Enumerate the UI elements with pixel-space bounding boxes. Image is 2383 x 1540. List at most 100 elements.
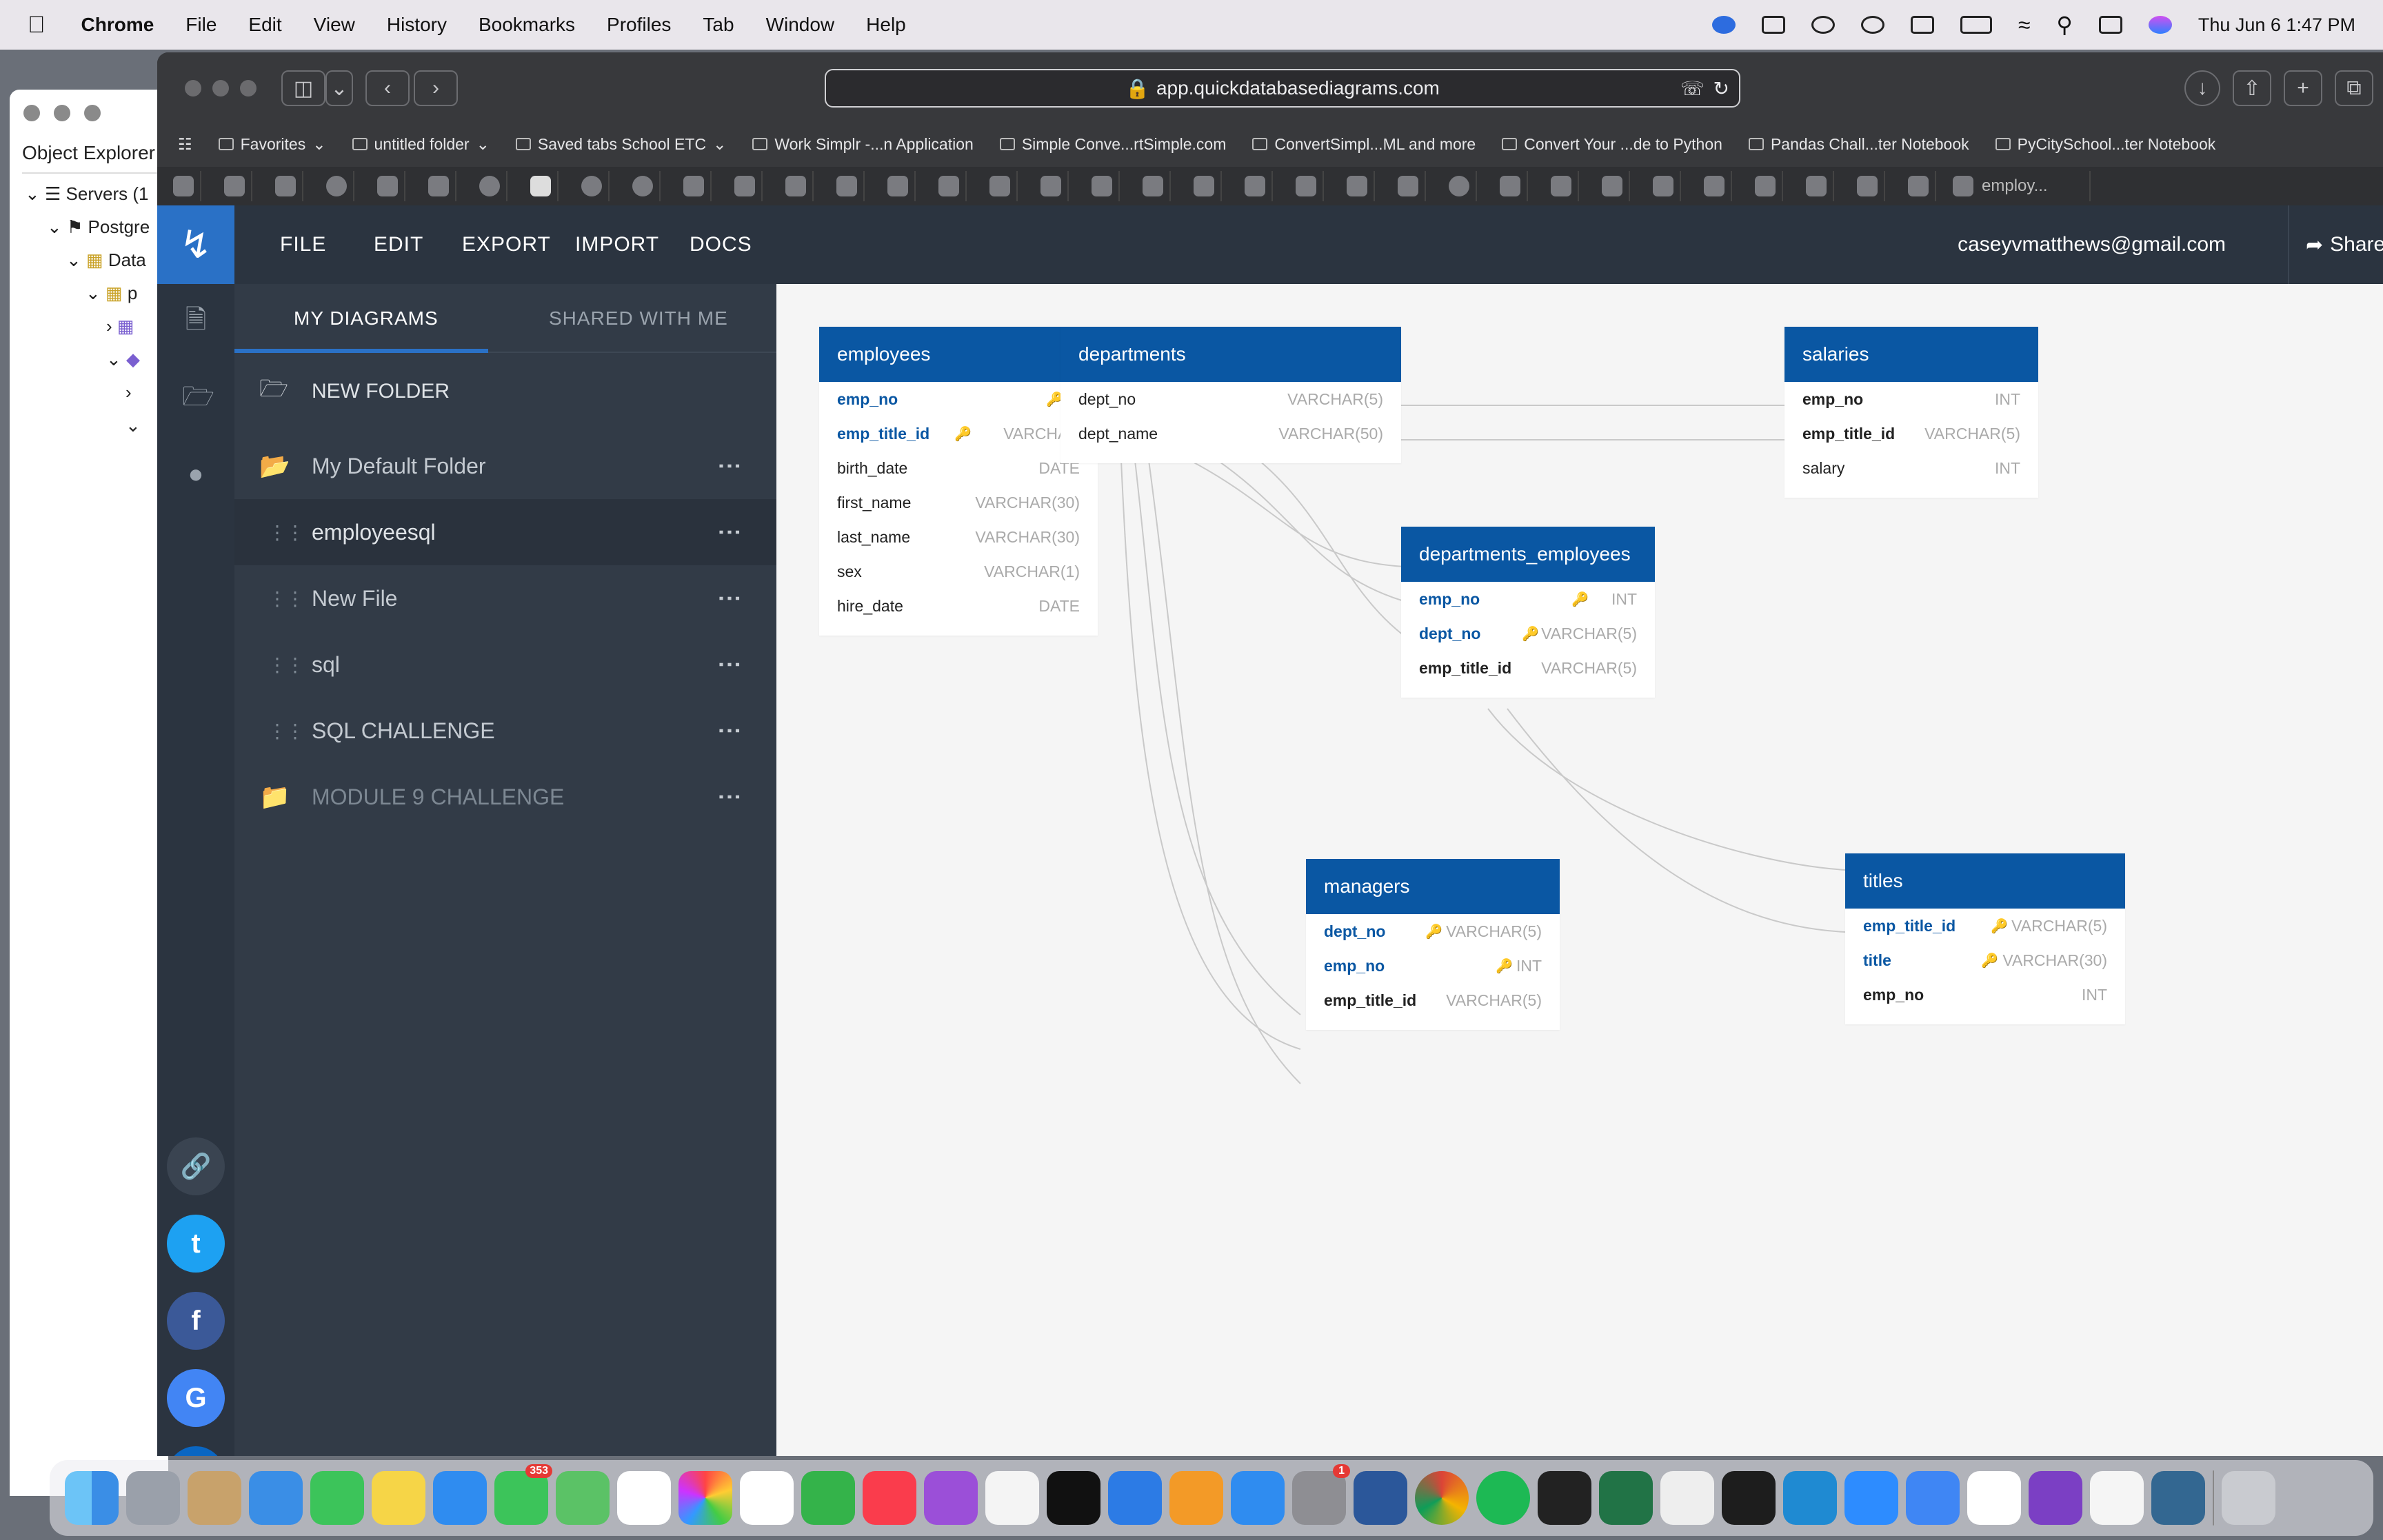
share-button[interactable]: ➦ Share [2288, 205, 2383, 284]
pinned-tab[interactable] [371, 171, 405, 201]
table-column[interactable]: emp_no INT [1845, 977, 2125, 1012]
tree-item-databases[interactable]: ⌄ ▦ Data [66, 250, 146, 271]
pinned-tab[interactable] [1340, 171, 1375, 201]
folder-item[interactable]: 📁 MODULE 9 CHALLENGE ⋮ [234, 764, 776, 830]
menu-tab[interactable]: Tab [703, 14, 734, 36]
pinned-tab[interactable] [1749, 171, 1783, 201]
logo-bolt-icon[interactable]: ↯ [157, 205, 234, 284]
tree-item-db[interactable]: ⌄ ▦ p [86, 283, 137, 304]
bookmark-pycityschool[interactable]: PyCitySchool...ter Notebook [1995, 135, 2215, 154]
chevron-down-icon[interactable]: ⌄ [325, 70, 353, 106]
pinned-tab[interactable] [473, 171, 507, 201]
table-header[interactable]: employees [819, 327, 1098, 382]
battery-icon[interactable] [1960, 16, 1992, 34]
table-departments-employees[interactable]: departments_employees emp_no 🔑 INT dept_no… [1401, 527, 1655, 698]
facebook-icon[interactable]: f [167, 1292, 225, 1350]
table-salaries[interactable]: salaries emp_no INT emp_title_id VARCHAR(5… [1784, 327, 2038, 498]
pinned-tab[interactable] [1698, 171, 1732, 201]
folders-icon[interactable]: 🗁 [182, 383, 214, 411]
table-column[interactable]: salary INT [1784, 451, 2038, 485]
tree-item-expander-1[interactable]: › ▦ [106, 316, 134, 337]
bookmark-simple-convert[interactable]: Simple Conve...rtSimple.com [999, 135, 1226, 154]
more-options-icon[interactable]: ⋮ [716, 454, 743, 478]
reload-icon[interactable]: ↻ [1713, 77, 1729, 100]
linkedin-icon[interactable]: in [167, 1446, 225, 1456]
facetime-icon[interactable] [310, 1471, 364, 1525]
vscode-icon[interactable] [1783, 1471, 1837, 1525]
tree-item-servers[interactable]: ⌄ ☰ Servers (1 [25, 183, 148, 205]
bookmark-favorites[interactable]: Favorites ⌄ [218, 135, 326, 154]
drag-handle-icon[interactable]: ⋮⋮ [268, 654, 305, 676]
appletv-icon[interactable] [1047, 1471, 1100, 1525]
pinned-tab[interactable] [1136, 171, 1171, 201]
terminal-icon[interactable] [1538, 1471, 1591, 1525]
diagram-item[interactable]: ⋮⋮ New File ⋮ [234, 565, 776, 631]
pinned-tab[interactable] [1391, 171, 1426, 201]
table-column[interactable]: birth_date DATE [819, 451, 1098, 485]
address-bar[interactable]: 🔒 app.quickdatabasediagrams.com ☏ ↻ [825, 69, 1740, 108]
photos-icon[interactable] [678, 1471, 732, 1525]
pinned-tab[interactable] [1442, 171, 1477, 201]
menu-file[interactable]: File [185, 14, 217, 36]
chrome-icon[interactable] [1415, 1471, 1469, 1525]
share-page-icon[interactable]: ⇧ [2233, 70, 2271, 106]
menu-window[interactable]: Window [766, 14, 835, 36]
table-titles[interactable]: titles emp_title_id 🔑 VARCHAR(5) title 🔑 VAR… [1845, 853, 2125, 1024]
download-icon[interactable]: ↓ [2184, 70, 2220, 106]
table-column[interactable]: emp_title_id 🔑 VARCHAR(5) [1845, 909, 2125, 943]
jupyter-icon[interactable] [2090, 1471, 2144, 1525]
tab-overview-icon[interactable]: ⧉ [2335, 70, 2373, 106]
table-column[interactable]: dept_no 🔑 VARCHAR(5) [1401, 616, 1655, 651]
word-icon[interactable] [1354, 1471, 1407, 1525]
display-icon[interactable] [1761, 16, 1785, 34]
menu-history[interactable]: History [387, 14, 447, 36]
more-options-icon[interactable]: ⋮ [716, 653, 743, 676]
table-column[interactable]: dept_name VARCHAR(50) [1060, 416, 1401, 451]
drag-handle-icon[interactable]: ⋮⋮ [268, 587, 305, 610]
spotify-icon[interactable] [1476, 1471, 1530, 1525]
pinned-tab[interactable] [1800, 171, 1834, 201]
slack-icon[interactable] [1967, 1471, 2021, 1525]
table-column[interactable]: last_name VARCHAR(30) [819, 520, 1098, 554]
bookmark-work-simplr[interactable]: Work Simplr -...n Application [752, 135, 974, 154]
pinned-tab[interactable] [575, 171, 610, 201]
table-column[interactable]: emp_no 🔑 INT [1306, 949, 1560, 983]
menu-view[interactable]: View [314, 14, 355, 36]
more-options-icon[interactable]: ⋮ [716, 719, 743, 742]
pinned-tab[interactable] [728, 171, 763, 201]
table-column[interactable]: emp_title_id VARCHAR(5) [1784, 416, 2038, 451]
pinned-tab[interactable] [983, 171, 1018, 201]
tab-shared-with-me[interactable]: SHARED WITH ME [549, 284, 728, 353]
numbers-icon[interactable] [801, 1471, 855, 1525]
pinned-tab[interactable] [1085, 171, 1120, 201]
apple-icon[interactable]:  [28, 12, 46, 39]
apps-grid-icon[interactable]: ☷ [178, 135, 192, 154]
pinned-tab[interactable] [830, 171, 865, 201]
menu-help[interactable]: Help [866, 14, 906, 36]
launchpad-icon[interactable] [126, 1471, 180, 1525]
table-header[interactable]: titles [1845, 853, 2125, 909]
activity-monitor-icon[interactable] [1722, 1471, 1776, 1525]
xcode-icon[interactable] [1906, 1471, 1960, 1525]
sidebar-toggle-icon[interactable]: ◫ [281, 70, 325, 106]
drag-handle-icon[interactable]: ⋮⋮ [268, 521, 305, 544]
bookmark-pandas-challenge[interactable]: Pandas Chall...ter Notebook [1748, 135, 1969, 154]
table-column[interactable]: emp_title_id VARCHAR(5) [1401, 651, 1655, 685]
nav-docs[interactable]: DOCS [690, 205, 752, 284]
table-column[interactable]: emp_title_id 🔑 VARCHAR [819, 416, 1098, 451]
news-icon[interactable] [985, 1471, 1039, 1525]
pinned-tab[interactable] [1187, 171, 1222, 201]
maps-icon[interactable] [556, 1471, 610, 1525]
user-email[interactable]: caseyvmatthews@gmail.com [1958, 205, 2226, 284]
diagram-item[interactable]: ⋮⋮ sql ⋮ [234, 631, 776, 698]
pgadmin-icon[interactable] [2151, 1471, 2205, 1525]
contacts-icon[interactable] [188, 1471, 241, 1525]
table-column[interactable]: dept_no 🔑 VARCHAR(5) [1306, 914, 1560, 949]
pinned-tab[interactable] [1034, 171, 1069, 201]
tree-item-expander-2[interactable]: ⌄ ◆ [106, 349, 140, 370]
pinned-tab[interactable] [1596, 171, 1630, 201]
table-column[interactable]: emp_no INT [1784, 382, 2038, 416]
pinned-tab[interactable] [932, 171, 967, 201]
translate-icon[interactable]: ☏ [1680, 77, 1705, 100]
table-column[interactable]: emp_no 🔑 INT [1401, 582, 1655, 616]
